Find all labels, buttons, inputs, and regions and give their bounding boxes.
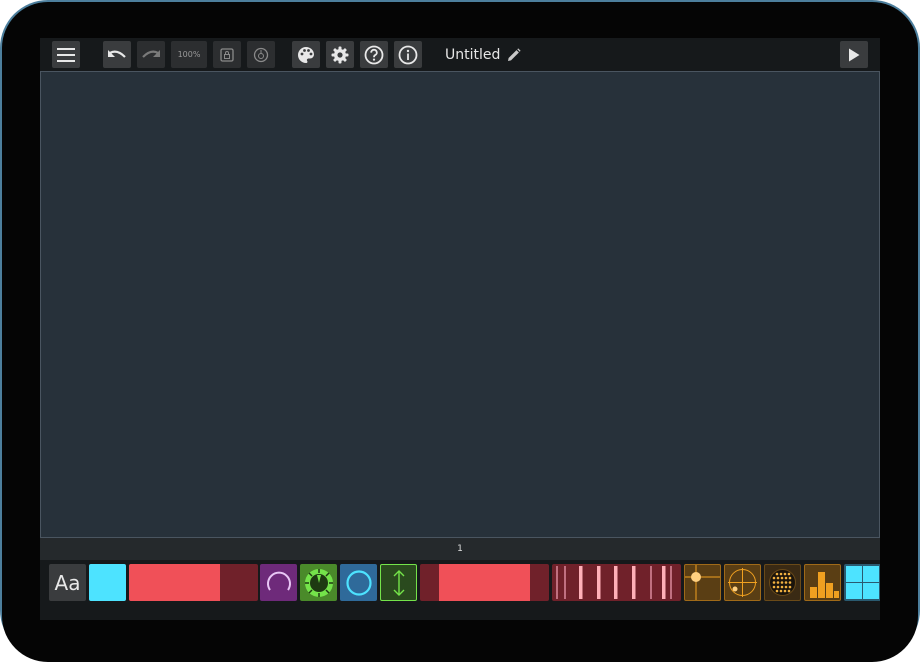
snap-icon: [253, 47, 269, 62]
lock-icon: [220, 47, 234, 62]
help-button[interactable]: [360, 41, 388, 68]
question-icon: [364, 45, 384, 64]
lock-button[interactable]: [213, 41, 241, 68]
bars-widget[interactable]: [804, 564, 841, 601]
menu-button[interactable]: [52, 41, 80, 68]
text-widget[interactable]: Aa: [49, 564, 86, 601]
page-number[interactable]: 1: [457, 544, 463, 554]
xy-pad-widget[interactable]: [684, 564, 721, 601]
slider-icon: [439, 564, 530, 601]
pencil-icon[interactable]: [507, 47, 521, 62]
knob-icon: [266, 571, 291, 591]
knob-widget[interactable]: [260, 564, 297, 601]
hamburger-icon: [57, 47, 75, 62]
fader-widget[interactable]: [129, 564, 258, 601]
document-title[interactable]: Untitled: [445, 47, 500, 63]
radial-widget[interactable]: [340, 564, 377, 601]
editor-canvas[interactable]: [40, 71, 880, 538]
undo-icon: [108, 49, 126, 58]
app-screen: 100% Untitled 1 Aa: [40, 38, 880, 620]
updown-arrow-icon: [393, 569, 404, 596]
radial-icon: [345, 569, 372, 596]
redo-icon: [142, 49, 160, 58]
page-selector-bar[interactable]: 1: [40, 538, 880, 560]
button-widget[interactable]: [89, 564, 126, 601]
redo-button[interactable]: [137, 41, 165, 68]
bars-icon: [810, 572, 839, 598]
widget-palette: Aa: [40, 560, 880, 620]
text-icon: Aa: [54, 570, 81, 595]
multislider-widget[interactable]: [552, 564, 681, 601]
slider-widget[interactable]: [420, 564, 549, 601]
switch-widget[interactable]: [380, 564, 417, 601]
zoom-level: 100%: [177, 50, 201, 59]
gear-icon: [331, 46, 349, 63]
matrix-widget[interactable]: [764, 564, 801, 601]
fader-icon: [129, 564, 220, 601]
info-icon: [398, 45, 418, 64]
zoom-button[interactable]: 100%: [171, 41, 207, 68]
polar-icon: [728, 568, 757, 597]
palette-icon: [298, 46, 314, 63]
grid-widget[interactable]: [844, 564, 880, 601]
play-icon: [849, 48, 860, 61]
play-button[interactable]: [840, 41, 868, 68]
top-toolbar: 100% Untitled: [40, 38, 880, 71]
dot-grid-icon: [769, 569, 796, 596]
polar-pad-widget[interactable]: [724, 564, 761, 601]
multislider-icon: [556, 566, 672, 599]
encoder-icon: [304, 568, 333, 597]
theme-button[interactable]: [292, 41, 320, 68]
info-button[interactable]: [394, 41, 422, 68]
encoder-widget[interactable]: [300, 564, 337, 601]
undo-button[interactable]: [103, 41, 131, 68]
xy-icon: [685, 565, 720, 600]
snap-button[interactable]: [247, 41, 275, 68]
settings-button[interactable]: [326, 41, 354, 68]
grid-icon: [846, 566, 879, 599]
document-title-area[interactable]: Untitled: [445, 38, 521, 71]
